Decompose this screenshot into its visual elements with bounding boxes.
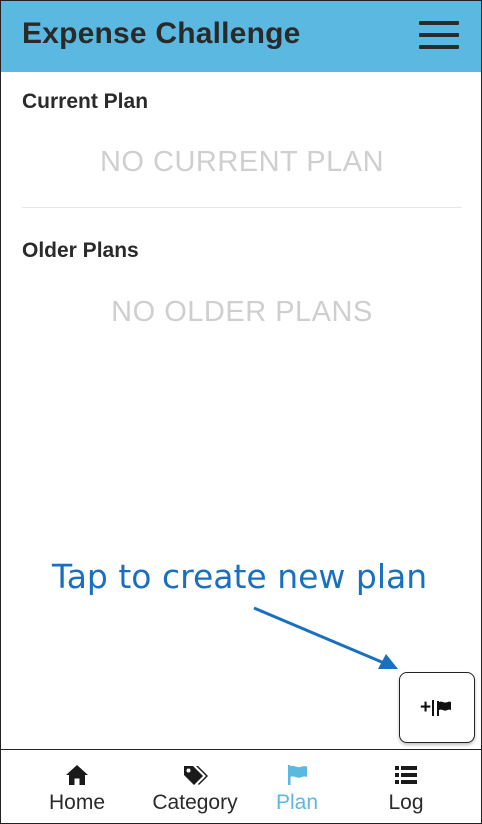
nav-category[interactable]: Category [140,750,250,823]
create-plan-button[interactable]: + [399,672,475,743]
nav-label-plan: Plan [275,791,319,814]
older-plans-heading: Older Plans [22,239,139,262]
app-screen: Expense Challenge Current Plan NO CURREN… [0,0,482,824]
plus-icon: + [420,697,432,718]
flag-icon [288,765,307,785]
nav-label-category: Category [152,791,238,814]
bottom-navigation: Home Category Plan Log [1,749,481,823]
nav-label-log: Log [388,791,424,814]
hint-arrow [253,606,398,669]
list-icon [395,766,417,784]
app-bar: Expense Challenge [1,1,481,72]
home-icon [66,765,88,785]
create-plan-hint: Tap to create new plan [52,557,428,596]
nav-label-home: Home [48,791,106,814]
current-plan-heading: Current Plan [22,90,149,113]
older-plans-empty-message: NO OLDER PLANS [111,296,373,328]
flag-icon [436,701,451,716]
current-plan-empty-message: NO CURRENT PLAN [99,146,385,178]
nav-plan[interactable]: Plan [242,750,352,823]
hamburger-menu-icon[interactable] [417,18,461,52]
nav-log[interactable]: Log [351,750,461,823]
app-title: Expense Challenge [22,17,301,50]
nav-home[interactable]: Home [22,750,132,823]
tags-icon [184,766,208,785]
section-divider [22,207,462,208]
